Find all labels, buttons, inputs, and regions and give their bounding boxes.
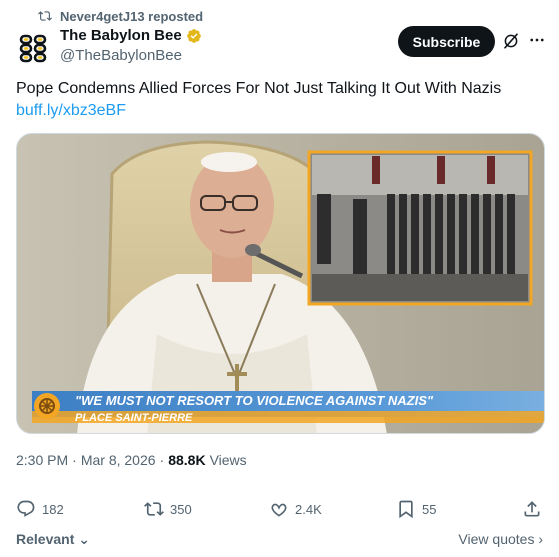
more-dots-icon[interactable] [528, 31, 546, 49]
like-count: 2.4K [295, 501, 322, 517]
repost-button[interactable]: 350 [144, 499, 192, 519]
share-icon [524, 501, 540, 517]
bookmark-icon [399, 500, 413, 519]
author-handle[interactable]: @TheBabylonBee [60, 47, 182, 64]
gold-check-icon[interactable] [186, 28, 202, 44]
chevron-down-icon: ⌄ [74, 531, 90, 547]
bookmark-count: 55 [422, 501, 437, 517]
separator: · [72, 452, 77, 468]
relevant-label: Relevant [16, 531, 75, 547]
views-count: 88.8K [168, 452, 206, 468]
tweet-link[interactable]: buff.ly/xbz3eBF [16, 101, 126, 121]
caption-main: "WE MUST NOT RESORT TO VIOLENCE AGAINST … [75, 393, 434, 408]
reply-icon [17, 500, 35, 517]
subscribe-button[interactable]: Subscribe [398, 26, 495, 57]
bookmark-button[interactable]: 55 [396, 499, 436, 519]
babylon-bee-logo[interactable] [16, 30, 52, 66]
tweet-timestamp[interactable]: 2:30 PM · Mar 8, 2026 · 88.8K Views [16, 452, 247, 468]
views-label: Views [209, 452, 247, 468]
grok-icon[interactable] [502, 32, 520, 50]
tweet-text: Pope Condemns Allied Forces For Not Just… [16, 80, 502, 97]
chevron-right-icon: › [534, 531, 543, 547]
view-quotes-link[interactable]: View quotes › [458, 531, 543, 547]
repost-indicator[interactable]: Never4getJ13 reposted [38, 8, 203, 24]
ellipsis-icon [530, 38, 544, 42]
date[interactable]: Mar 8, 2026 [81, 452, 156, 468]
reply-button[interactable]: 182 [16, 499, 64, 519]
sort-relevant-dropdown[interactable]: Relevant ⌄ [16, 531, 90, 548]
media-illustration: "WE MUST NOT RESORT TO VIOLENCE AGAINST … [17, 134, 544, 433]
repost-text: Never4getJ13 reposted [60, 8, 204, 24]
repost-icon [38, 11, 52, 21]
share-button[interactable] [522, 499, 542, 519]
time[interactable]: 2:30 PM [16, 452, 68, 468]
reply-count: 182 [42, 501, 64, 517]
heart-icon [271, 503, 287, 517]
caption-sub: PLACE SAINT-PIERRE [75, 412, 193, 424]
separator: · [159, 452, 165, 468]
repost-icon [144, 502, 164, 516]
author-name[interactable]: The Babylon Bee [60, 27, 182, 44]
author-name-row[interactable]: The Babylon Bee [60, 27, 202, 44]
view-quotes-label: View quotes [458, 531, 535, 547]
repost-count: 350 [170, 501, 192, 517]
action-bar: 182 350 2.4K 55 [16, 499, 544, 521]
tweet-media-image[interactable]: "WE MUST NOT RESORT TO VIOLENCE AGAINST … [16, 133, 545, 434]
like-button[interactable]: 2.4K [269, 499, 322, 519]
